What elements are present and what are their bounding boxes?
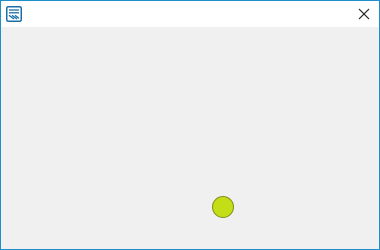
close-icon — [358, 8, 370, 20]
title-bar[interactable] — [1, 1, 379, 27]
window-content — [1, 27, 379, 249]
app-logo-icon — [6, 6, 22, 22]
status-indicator — [212, 196, 234, 218]
app-window — [0, 0, 380, 250]
close-button[interactable] — [355, 5, 373, 23]
